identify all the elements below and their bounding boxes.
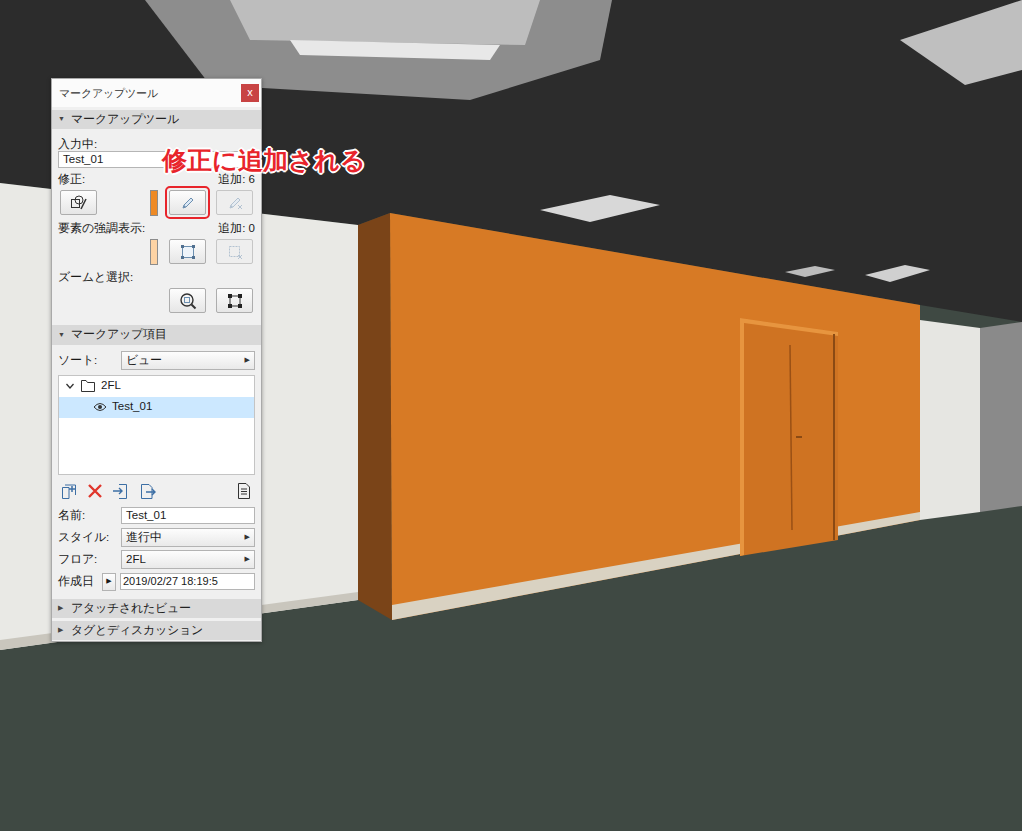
property-row: 名前: Test_01 xyxy=(58,506,255,526)
color-swatch[interactable] xyxy=(150,239,158,265)
property-value: 進行中 xyxy=(126,529,162,546)
zoom-icon xyxy=(179,292,197,310)
property-label: 作成日 xyxy=(58,573,94,590)
zoom-button[interactable] xyxy=(169,288,206,313)
tree-label: Test_01 xyxy=(112,398,152,415)
section-toggle[interactable]: ▼ xyxy=(58,114,66,125)
color-swatch[interactable] xyxy=(150,190,158,216)
collapsed-section-header[interactable]: ▶ アタッチされたビュー xyxy=(52,599,261,618)
property-value: Test_01 xyxy=(126,508,166,523)
highlight-row xyxy=(58,237,255,266)
add-button[interactable] xyxy=(169,190,206,215)
annotation-callout: 修正に追加される xyxy=(162,146,366,175)
tree-folder[interactable]: 2FL xyxy=(59,376,254,397)
property-dropdown[interactable]: 2FL ▶ xyxy=(121,550,255,569)
delete-button[interactable] xyxy=(86,482,104,500)
annotation-frame xyxy=(165,284,210,317)
annotation-frame xyxy=(165,235,210,268)
section-toggle[interactable]: ▶ xyxy=(58,625,66,636)
sort-dropdown[interactable]: ビュー ▶ xyxy=(121,351,255,370)
items-section-header[interactable]: ▼ マークアップ項目 xyxy=(52,325,261,344)
folder-icon xyxy=(80,379,96,393)
sort-label: ソート: xyxy=(58,352,121,369)
annotation-frame xyxy=(212,186,257,219)
remove-button xyxy=(216,190,253,215)
correction-row xyxy=(58,188,255,217)
property-dropdown[interactable]: 進行中 ▶ xyxy=(121,528,255,547)
tree-item[interactable]: Test_01 xyxy=(59,397,254,418)
document-icon xyxy=(235,482,253,500)
section-toggle[interactable]: ▼ xyxy=(58,330,66,341)
select-icon xyxy=(226,292,244,310)
section-label: タグとディスカッション xyxy=(71,622,203,639)
name-input[interactable]: Test_01 xyxy=(121,507,255,524)
correction-buttons xyxy=(150,188,255,217)
report-button[interactable] xyxy=(235,482,253,500)
tool-section-header[interactable]: ▼ マークアップツール xyxy=(52,110,261,129)
property-label: フロア: xyxy=(58,551,121,568)
date-field[interactable]: 2019/02/27 18:19:5 xyxy=(120,573,255,590)
items-section-body: ソート:ビュー▶2FLTest_01名前:Test_01スタイル:進行中▶フロア… xyxy=(52,345,261,594)
pencil-remove-icon xyxy=(226,194,244,212)
remove-rect-button xyxy=(216,239,253,264)
property-value: 2019/02/27 18:19:5 xyxy=(123,574,218,589)
new-button[interactable] xyxy=(60,482,78,500)
dropdown-arrow: ▶ xyxy=(241,554,250,565)
label-line: ズームと選択: xyxy=(58,270,255,284)
dropdown-arrow: ▶ xyxy=(241,532,250,543)
annotation-frame xyxy=(56,186,101,219)
annotation-frame xyxy=(212,284,257,317)
highlight-buttons xyxy=(150,237,255,266)
property-label: 名前: xyxy=(58,507,121,524)
property-row: スタイル: 進行中 ▶ xyxy=(58,528,255,548)
zoom-row xyxy=(58,286,255,315)
annotation-frame xyxy=(212,235,257,268)
tree-label: 2FL xyxy=(101,377,121,394)
viewport-3d[interactable]: マークアップツールx▼マークアップツール入力中:Test_01修正:追加: 6要… xyxy=(0,0,1022,831)
annotation-frame xyxy=(165,186,210,219)
select-button[interactable] xyxy=(216,288,253,313)
property-row: フロア: 2FL ▶ xyxy=(58,550,255,570)
close-button[interactable]: x xyxy=(241,84,259,102)
group-label: ズームと選択: xyxy=(58,270,133,284)
property-row: 作成日 ▶ 2019/02/27 18:19:5 xyxy=(58,572,255,592)
group-label: 要素の強調表示: xyxy=(58,221,145,235)
property-label: スタイル: xyxy=(58,529,121,546)
collapsed-section-header[interactable]: ▶ タグとディスカッション xyxy=(52,621,261,640)
dropdown-arrow: ▶ xyxy=(241,355,250,366)
export-icon xyxy=(138,482,156,500)
group-label: 修正: xyxy=(58,172,85,186)
export-button[interactable] xyxy=(138,482,156,500)
delete-icon xyxy=(86,482,104,500)
shape-pen-icon xyxy=(70,194,88,212)
section-label: マークアップ項目 xyxy=(71,326,167,343)
eye-icon[interactable] xyxy=(93,402,107,412)
count-label: 追加: 0 xyxy=(218,221,255,235)
section-toggle[interactable]: ▶ xyxy=(58,603,66,614)
highlight-remove-icon xyxy=(226,243,244,261)
window-title: マークアップツール xyxy=(59,85,158,102)
label-line: 修正: 追加: 6 xyxy=(58,172,255,186)
section-label: マークアップツール xyxy=(71,111,179,128)
sort-value: ビュー xyxy=(126,352,162,369)
property-value: 2FL xyxy=(126,551,146,568)
sort-row: ソート: ビュー ▶ xyxy=(58,351,255,371)
zoom-buttons xyxy=(167,286,255,315)
group-label: 入力中: xyxy=(58,137,97,151)
date-expand-button[interactable]: ▶ xyxy=(102,573,116,591)
items-toolbar xyxy=(58,479,255,504)
section-label: アタッチされたビュー xyxy=(71,600,191,617)
title-bar[interactable]: マークアップツール x xyxy=(52,79,261,107)
import-button[interactable] xyxy=(112,482,130,500)
import-icon xyxy=(112,482,130,500)
chevron-icon[interactable] xyxy=(65,381,75,391)
add-rect-button[interactable] xyxy=(169,239,206,264)
highlight-rect-icon xyxy=(179,243,197,261)
label-line: 要素の強調表示: 追加: 0 xyxy=(58,221,255,235)
markup-tree[interactable]: 2FL Test_01 xyxy=(58,375,255,475)
shape-pen-button[interactable] xyxy=(60,190,97,215)
new-markup-icon xyxy=(60,482,78,500)
count-label: 追加: 6 xyxy=(218,172,255,186)
pencil-icon xyxy=(179,194,197,212)
